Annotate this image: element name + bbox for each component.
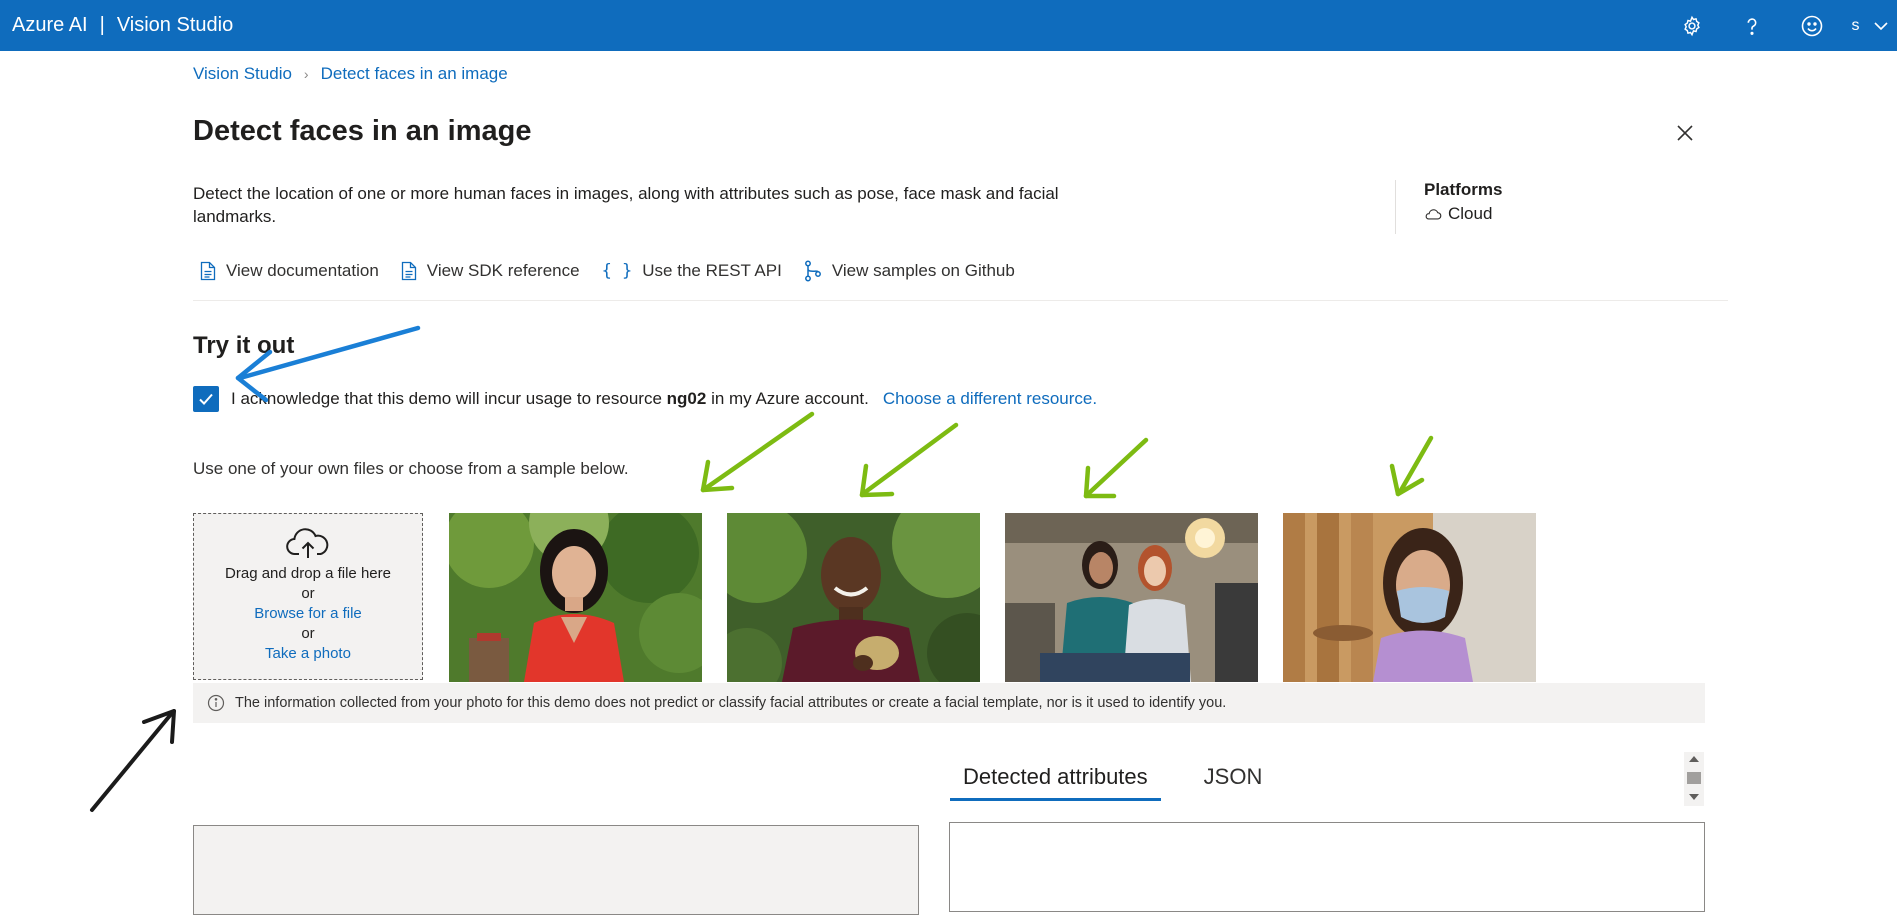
- rest-api-label: Use the REST API: [642, 261, 782, 280]
- product-name: Vision Studio: [116, 14, 234, 36]
- choose-resource-link[interactable]: Choose a different resource.: [883, 389, 1097, 409]
- help-icon: [1747, 17, 1757, 35]
- green-arrow-icon: [700, 411, 1434, 499]
- acknowledge-text: I acknowledge that this demo will incur …: [231, 389, 869, 408]
- image-preview-panel: [193, 825, 919, 915]
- brand-separator: |: [99, 14, 105, 36]
- or-text: or: [301, 585, 315, 602]
- scroll-thumb[interactable]: [1687, 772, 1701, 784]
- github-samples-link[interactable]: View samples on Github: [804, 260, 1015, 282]
- brand-name: Azure AI: [12, 14, 88, 36]
- tab-detected-attributes[interactable]: Detected attributes: [950, 758, 1161, 801]
- document-icon: [401, 261, 416, 281]
- view-documentation-label: View documentation: [226, 261, 379, 280]
- braces-icon: { }: [601, 261, 633, 281]
- take-photo-link[interactable]: Take a photo: [265, 644, 351, 664]
- help-button[interactable]: [1722, 0, 1782, 51]
- view-sdk-label: View SDK reference: [426, 261, 580, 280]
- chevron-right-icon: ›: [303, 66, 309, 82]
- settings-button[interactable]: [1662, 0, 1722, 51]
- file-dropzone[interactable]: Drag and drop a file here or Browse for …: [193, 513, 423, 680]
- acknowledge-row: I acknowledge that this demo will incur …: [193, 386, 1097, 412]
- chevron-down-icon: [1873, 21, 1888, 30]
- view-sdk-link[interactable]: View SDK reference: [401, 260, 580, 282]
- tab-json[interactable]: JSON: [1191, 758, 1276, 801]
- sample-image-man-smiling[interactable]: [727, 513, 980, 682]
- sample-image-woman-red-top[interactable]: [449, 513, 702, 682]
- breadcrumb-home[interactable]: Vision Studio: [193, 64, 292, 84]
- browse-file-link[interactable]: Browse for a file: [254, 604, 362, 624]
- platform-label: Cloud: [1448, 204, 1493, 223]
- results-panel: [949, 822, 1705, 912]
- results-tabs: Detected attributes JSON: [950, 758, 1275, 801]
- close-button[interactable]: [1670, 118, 1700, 148]
- info-icon: [207, 694, 225, 712]
- top-bar: Azure AI | Vision Studio s: [0, 0, 1897, 51]
- breadcrumb: Vision Studio › Detect faces in an image: [193, 64, 508, 84]
- black-arrow-icon: [90, 709, 176, 812]
- page-description: Detect the location of one or more human…: [193, 184, 1059, 226]
- cloud-icon: [1425, 209, 1442, 220]
- upload-instructions: Use one of your own files or choose from…: [193, 459, 629, 478]
- github-samples-label: View samples on Github: [831, 261, 1015, 280]
- view-documentation-link[interactable]: View documentation: [200, 260, 379, 282]
- section-divider: [193, 300, 1728, 301]
- platform-cloud: Cloud: [1424, 204, 1502, 224]
- platforms-panel: Platforms Cloud: [1395, 180, 1502, 234]
- gear-icon: [1684, 15, 1700, 36]
- sample-image-woman-face-mask[interactable]: [1283, 513, 1536, 682]
- scroll-up-icon[interactable]: [1689, 756, 1699, 762]
- resource-name: ng02: [666, 389, 707, 408]
- privacy-info-text: The information collected from your phot…: [235, 695, 1227, 711]
- close-icon: [1677, 125, 1693, 141]
- top-bar-actions: s: [1662, 0, 1897, 51]
- document-icon: [200, 261, 216, 281]
- breadcrumb-current[interactable]: Detect faces in an image: [321, 64, 508, 84]
- feedback-button[interactable]: [1782, 0, 1842, 51]
- try-it-out-heading: Try it out: [193, 332, 295, 359]
- user-initial: s: [1851, 16, 1860, 34]
- results-scrollbar[interactable]: [1684, 752, 1704, 806]
- rest-api-link[interactable]: { } Use the REST API: [602, 260, 782, 282]
- cloud-upload-icon: [286, 528, 329, 558]
- platforms-title: Platforms: [1424, 180, 1503, 199]
- sample-image-two-women-laptop[interactable]: [1005, 513, 1258, 682]
- checkmark-icon: [199, 393, 213, 405]
- brand[interactable]: Azure AI | Vision Studio: [12, 14, 233, 37]
- drag-drop-text: Drag and drop a file here: [225, 565, 391, 582]
- branch-icon: [804, 260, 821, 282]
- privacy-info-bar: The information collected from your phot…: [193, 683, 1705, 723]
- feedback-smiley-icon: [1801, 15, 1823, 36]
- scroll-down-icon[interactable]: [1689, 794, 1699, 800]
- acknowledge-checkbox[interactable]: [193, 386, 219, 412]
- page-title: Detect faces in an image: [193, 115, 532, 147]
- resource-links: View documentation View SDK reference { …: [200, 260, 1015, 282]
- or-text: or: [301, 625, 315, 642]
- account-menu[interactable]: s: [1842, 17, 1897, 35]
